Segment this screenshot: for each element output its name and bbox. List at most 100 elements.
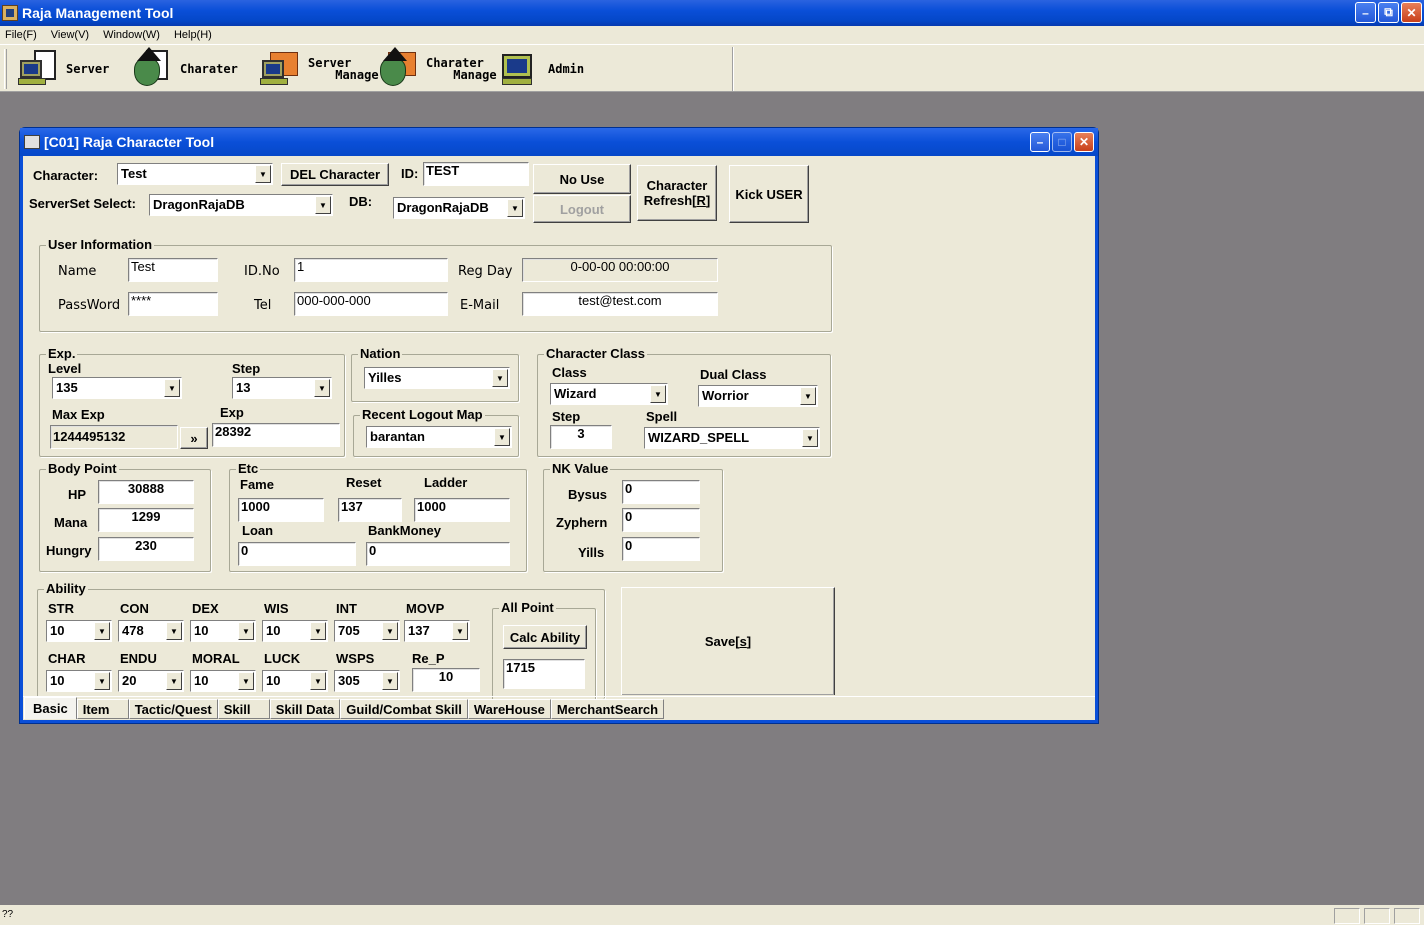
chevron-down-icon: ▼	[94, 672, 110, 690]
chevron-down-icon: ▼	[255, 165, 271, 183]
ability-endu-select[interactable]: 20 ▼	[118, 670, 184, 692]
level-select[interactable]: 135 ▼	[52, 377, 182, 399]
witch-document-icon	[132, 47, 172, 88]
exp-step-select[interactable]: 13 ▼	[232, 377, 332, 399]
server-computer-icon	[18, 50, 58, 88]
ability-luck-select[interactable]: 10 ▼	[262, 670, 328, 692]
status-pane-2	[1364, 908, 1390, 924]
menu-view[interactable]: View(V)	[51, 29, 89, 41]
close-icon: ✕	[1078, 135, 1090, 149]
fame-field[interactable]: 1000	[238, 498, 324, 522]
kick-user-button[interactable]: Kick USER	[729, 165, 809, 223]
tab-warehouse[interactable]: WareHouse	[467, 699, 551, 719]
chevron-down-icon: ▼	[452, 622, 468, 640]
menu-file[interactable]: File(F)	[5, 29, 37, 41]
ability-movp-select[interactable]: 137 ▼	[404, 620, 470, 642]
tab-skill-data[interactable]: Skill Data	[269, 699, 341, 719]
chevron-down-icon: ▼	[494, 428, 510, 446]
ability-wsps-select[interactable]: 305 ▼	[334, 670, 400, 692]
toolbar-charater-manage-button[interactable]: Charater Manage	[378, 47, 497, 89]
restore-button[interactable]: ⧉	[1378, 2, 1399, 23]
character-refresh-button[interactable]: Character Refresh[R]	[637, 165, 717, 221]
dual-class-select[interactable]: Worrior ▼	[698, 385, 818, 407]
loan-field[interactable]: 0	[238, 542, 356, 566]
nation-select[interactable]: Yilles ▼	[364, 367, 510, 389]
ability-wis-select[interactable]: 10 ▼	[262, 620, 328, 642]
ability-dex-select[interactable]: 10 ▼	[190, 620, 256, 642]
calc-ability-button[interactable]: Calc Ability	[503, 625, 587, 649]
id-field[interactable]: TEST	[423, 162, 529, 186]
zyphern-field[interactable]: 0	[622, 508, 700, 532]
tab-basic[interactable]: Basic	[24, 697, 77, 719]
character-tool-title: [C01] Raja Character Tool	[44, 134, 215, 150]
tab-item[interactable]: Item	[76, 699, 129, 719]
ability-int-select[interactable]: 705 ▼	[334, 620, 400, 642]
tab-guild-combat-skill[interactable]: Guild/Combat Skill	[340, 699, 468, 719]
no-use-button[interactable]: No Use	[533, 164, 631, 194]
bysus-field[interactable]: 0	[622, 480, 700, 504]
email-label: E-Mail	[460, 298, 500, 313]
toolbar-server-button[interactable]: Server	[18, 49, 109, 89]
serverset-select[interactable]: DragonRajaDB ▼	[149, 194, 333, 216]
ability-movp-label: MOVP	[406, 601, 445, 616]
chevron-down-icon: ▼	[802, 429, 818, 447]
ability-wsps-label: WSPS	[336, 651, 375, 666]
ability-char-select[interactable]: 10 ▼	[46, 670, 112, 692]
character-select[interactable]: Test ▼	[117, 163, 273, 185]
character-tool-title-bar[interactable]: [C01] Raja Character Tool	[20, 128, 1098, 156]
menu-help[interactable]: Help(H)	[174, 29, 212, 41]
child-minimize-button[interactable]: –	[1030, 132, 1050, 152]
minimize-button[interactable]: –	[1355, 2, 1376, 23]
ability-str-select[interactable]: 10 ▼	[46, 620, 112, 642]
ability-con-select[interactable]: 478 ▼	[118, 620, 184, 642]
spell-select[interactable]: WIZARD_SPELL ▼	[644, 427, 820, 449]
toolbar-admin-button[interactable]: Admin	[500, 49, 584, 89]
reset-field[interactable]: 137	[338, 498, 402, 522]
class-select[interactable]: Wizard ▼	[550, 383, 668, 405]
name-field[interactable]: Test	[128, 258, 218, 282]
save-button[interactable]: Save[s]	[621, 587, 835, 695]
yills-field[interactable]: 0	[622, 537, 700, 561]
status-pane-3	[1394, 908, 1420, 924]
toolbar-charater-button[interactable]: Charater	[132, 47, 238, 89]
ability-wsps-value: 305	[338, 673, 360, 688]
all-point-field[interactable]: 1715	[503, 659, 585, 689]
toolbar-server-manage-button[interactable]: Server Manage	[260, 49, 379, 89]
chevron-down-icon: ▼	[507, 199, 523, 217]
email-field[interactable]: test@test.com	[522, 292, 718, 316]
tel-field[interactable]: 000-000-000	[294, 292, 448, 316]
ability-endu-value: 20	[122, 673, 137, 688]
del-character-button[interactable]: DEL Character	[281, 163, 389, 186]
close-icon: ✕	[1406, 5, 1417, 20]
level-value: 135	[56, 380, 78, 395]
hp-label: HP	[68, 487, 87, 502]
rep-field[interactable]: 10	[412, 668, 480, 692]
exp-field[interactable]: 28392	[212, 423, 340, 447]
child-close-button[interactable]: ✕	[1074, 132, 1094, 152]
menu-window[interactable]: Window(W)	[103, 29, 160, 41]
ability-char-label: CHAR	[48, 651, 86, 666]
tab-merchantsearch[interactable]: MerchantSearch	[550, 699, 665, 719]
zyphern-label: Zyphern	[556, 515, 608, 530]
serverset-select-value: DragonRajaDB	[153, 197, 245, 212]
class-step-field[interactable]: 3	[550, 425, 612, 449]
password-field[interactable]: ****	[128, 292, 218, 316]
regday-field: 0-00-00 00:00:00	[522, 258, 718, 282]
logout-map-select[interactable]: barantan ▼	[366, 426, 512, 448]
ability-moral-select[interactable]: 10 ▼	[190, 670, 256, 692]
hungry-field[interactable]: 230	[98, 537, 194, 561]
hp-field[interactable]: 30888	[98, 480, 194, 504]
bankmoney-field[interactable]: 0	[366, 542, 510, 566]
chevron-down-icon: ▼	[310, 622, 326, 640]
maxexp-copy-button[interactable]: »	[180, 427, 208, 449]
idno-field[interactable]: 1	[294, 258, 448, 282]
tab-skill[interactable]: Skill	[217, 699, 270, 719]
mana-field[interactable]: 1299	[98, 508, 194, 532]
child-maximize-button[interactable]: □	[1052, 132, 1072, 152]
close-button[interactable]: ✕	[1401, 2, 1422, 23]
tab-tactic-quest[interactable]: Tactic/Quest	[128, 699, 218, 719]
toolbar-grip[interactable]	[4, 49, 7, 89]
logout-button[interactable]: Logout	[533, 195, 631, 223]
db-select[interactable]: DragonRajaDB ▼	[393, 197, 525, 219]
ladder-field[interactable]: 1000	[414, 498, 510, 522]
